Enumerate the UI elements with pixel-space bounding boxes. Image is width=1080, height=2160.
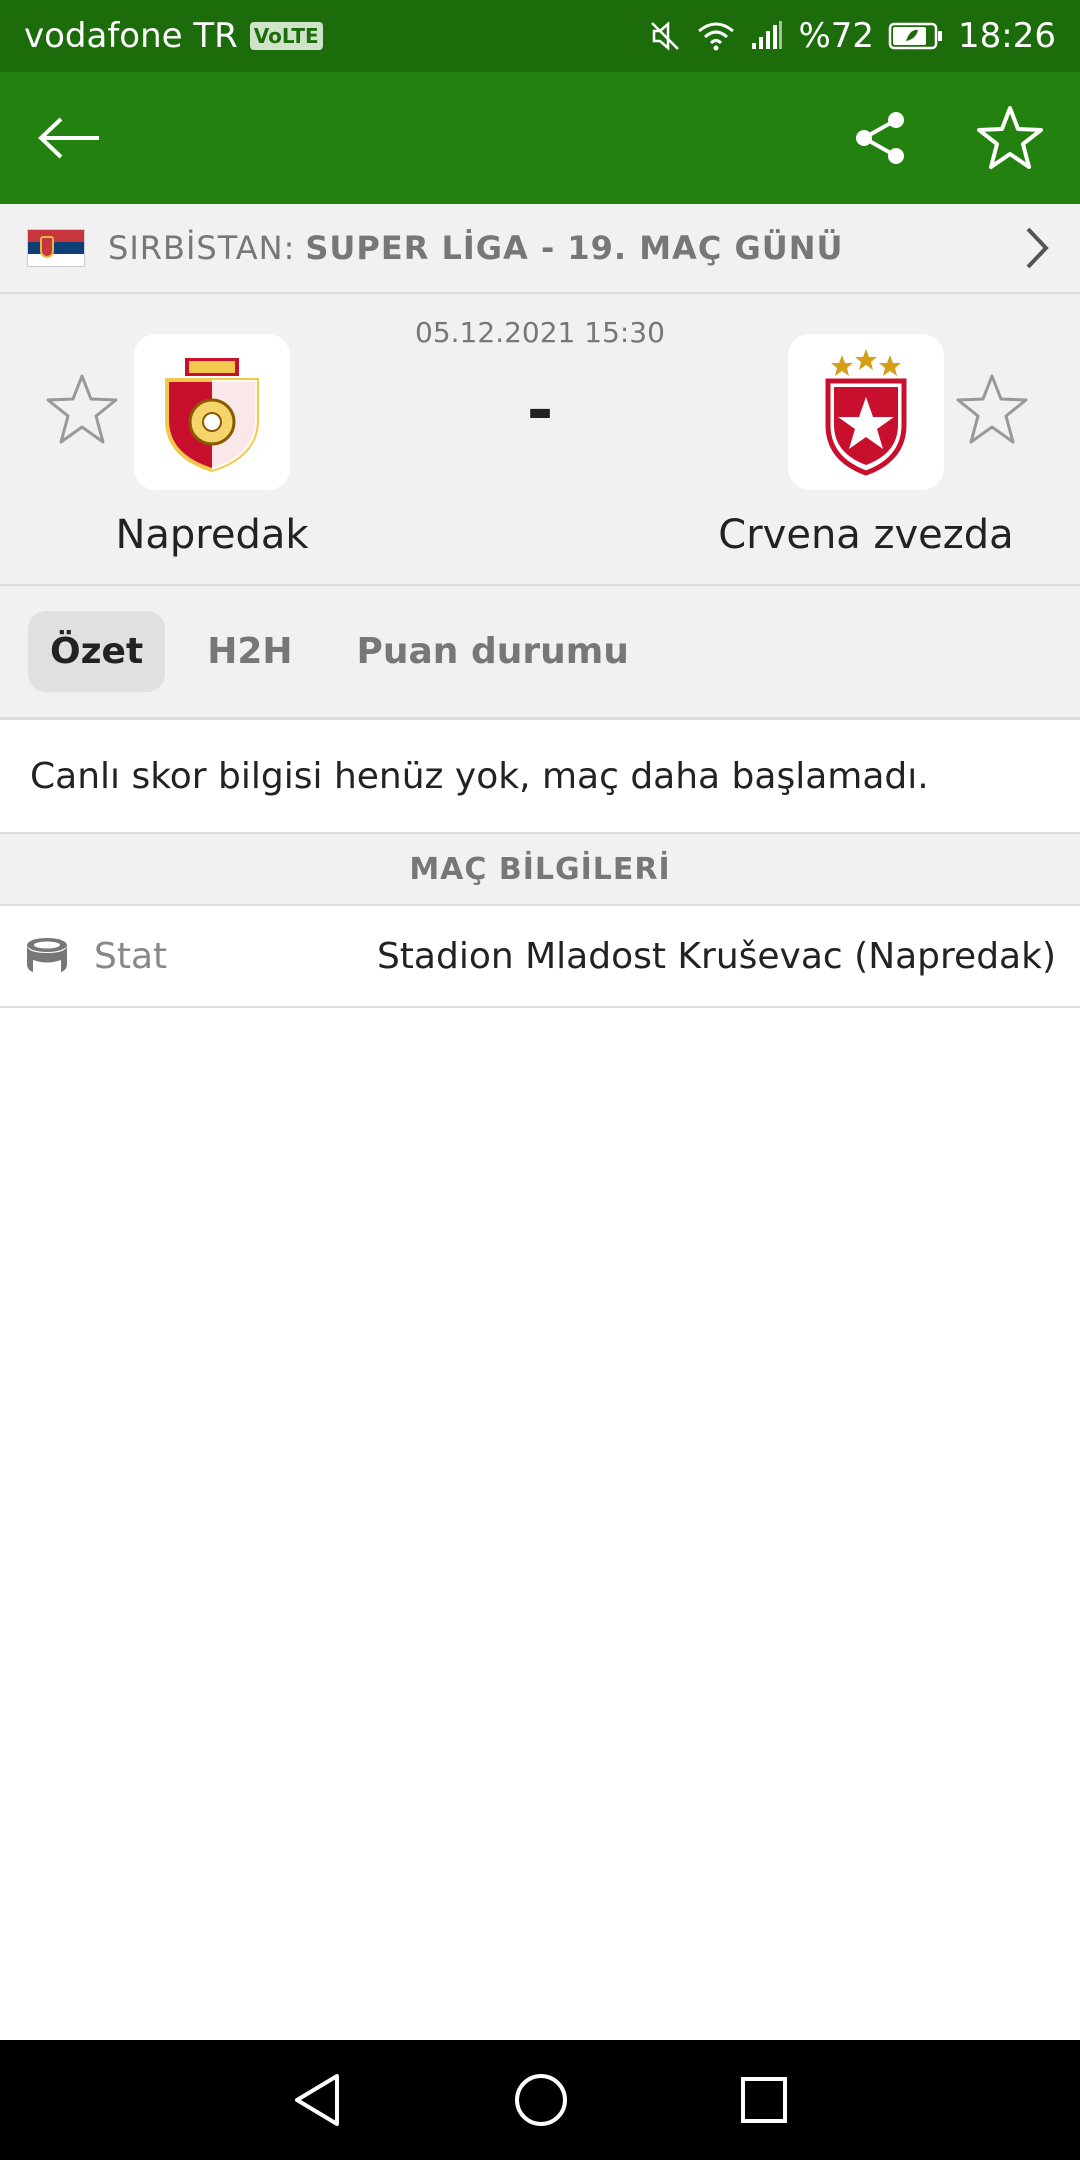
nav-home-icon[interactable]: [513, 2072, 569, 2128]
home-team-logo: [134, 334, 290, 490]
match-info-row-stadium: Stat Stadion Mladost Kruševac (Napredak): [0, 906, 1080, 1008]
app-bar: [0, 72, 1080, 204]
star-outline-icon: [956, 374, 1028, 444]
tab-summary[interactable]: Özet: [28, 611, 166, 692]
back-button[interactable]: [30, 98, 110, 178]
away-team-name: Crvena zvezda: [718, 512, 1014, 558]
nav-back-icon[interactable]: [291, 2072, 343, 2128]
arrow-left-icon: [38, 117, 99, 159]
nav-recents-icon[interactable]: [739, 2075, 789, 2125]
status-bar: vodafone TR VoLTE %72 18:26: [0, 0, 1080, 72]
carrier: vodafone TR VoLTE: [24, 16, 323, 56]
favorite-match-button[interactable]: [970, 98, 1050, 178]
league-name: SUPER LİGA - 19. MAÇ GÜNÜ: [305, 229, 844, 267]
league-header[interactable]: SIRBİSTAN: SUPER LİGA - 19. MAÇ GÜNÜ: [0, 204, 1080, 294]
serbia-flag-icon: [28, 230, 84, 266]
match-info-value: Stadion Mladost Kruševac (Napredak): [376, 935, 1056, 977]
match-tabs: Özet H2H Puan durumu: [0, 586, 1080, 720]
signal-icon: [752, 21, 783, 49]
battery-percent: %72: [798, 16, 875, 56]
wifi-icon: [698, 22, 735, 51]
stadium-icon: [27, 938, 67, 972]
star-outline-icon: [977, 106, 1043, 169]
share-icon: [856, 112, 904, 164]
home-team-name: Napredak: [115, 512, 309, 558]
match-header: 05.12.2021 15:30 - Napredak Crvena zvezd…: [0, 294, 1080, 586]
live-score-notice: Canlı skor bilgisi henüz yok, maç daha b…: [0, 720, 1080, 834]
battery-icon: [888, 22, 943, 50]
status-icons: %72 18:26: [648, 16, 1056, 56]
share-button[interactable]: [840, 98, 920, 178]
away-team-logo: [788, 334, 944, 490]
match-info-heading: MAÇ BİLGİLERİ: [0, 834, 1080, 906]
home-team[interactable]: Napredak: [42, 334, 382, 558]
system-nav-bar: [0, 2040, 1080, 2160]
crvena-zvezda-crest-icon: [825, 349, 907, 476]
volte-badge: VoLTE: [249, 22, 323, 50]
league-country: SIRBİSTAN:: [108, 229, 296, 267]
napredak-crest-icon: [165, 358, 259, 473]
tab-standings[interactable]: Puan durumu: [335, 611, 651, 692]
carrier-name: vodafone TR: [24, 16, 238, 56]
tab-h2h[interactable]: H2H: [185, 611, 314, 692]
favorite-away-team-button[interactable]: [954, 372, 1030, 450]
mute-icon: [651, 21, 680, 51]
match-info-label: Stat: [94, 935, 168, 977]
chevron-right-icon: [1026, 227, 1049, 269]
clock: 18:26: [958, 16, 1056, 56]
